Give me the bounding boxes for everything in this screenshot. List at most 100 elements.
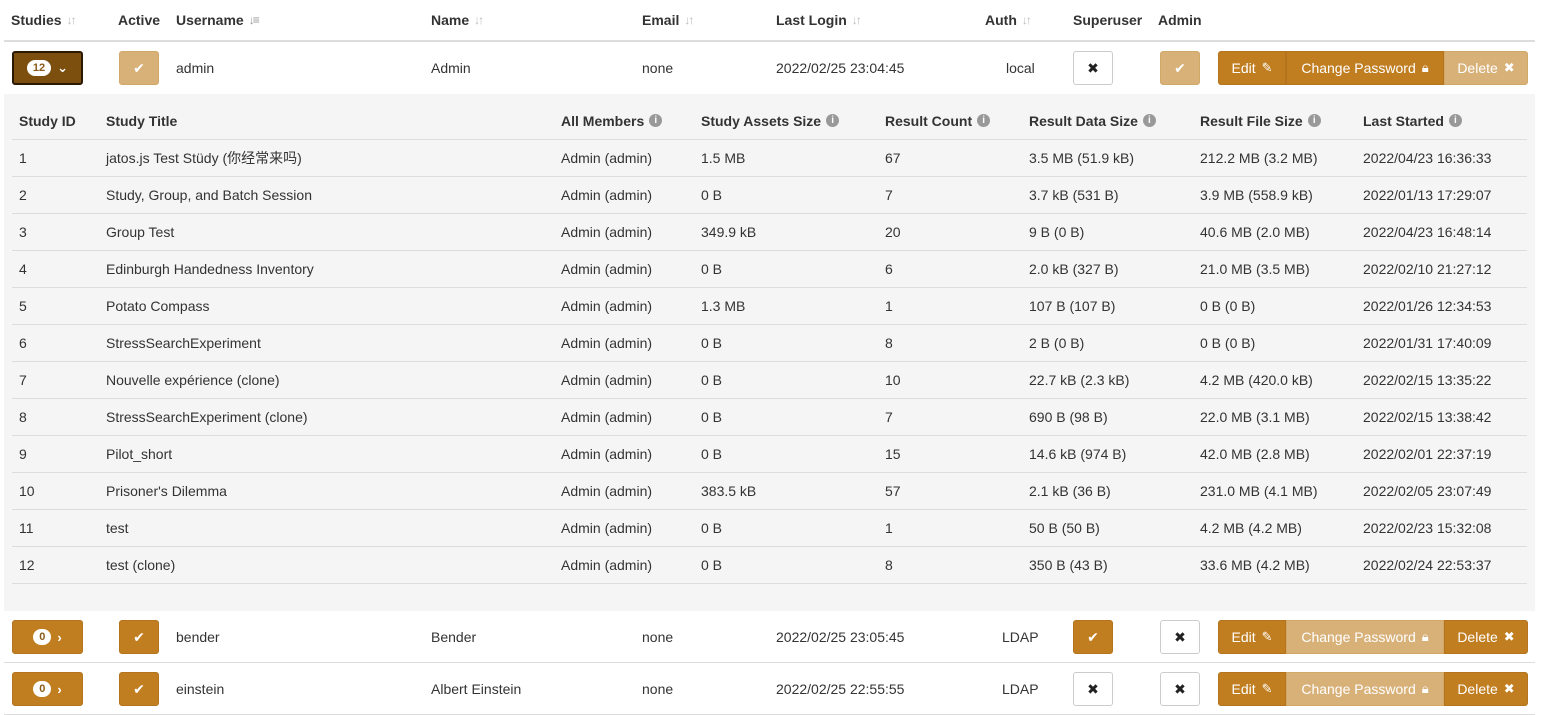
studies-count-badge: 0	[33, 681, 52, 697]
sort-icon[interactable]: ↓↑	[852, 13, 862, 27]
check-icon: ✔	[133, 59, 145, 76]
check-icon: ✔	[133, 628, 145, 645]
delete-button[interactable]: Delete ✖	[1444, 672, 1528, 706]
header-auth[interactable]: Auth ↓↑	[985, 0, 1032, 40]
last-started-cell: 2022/01/26 12:34:53	[1363, 298, 1492, 314]
last-started-cell: 2022/02/15 13:38:42	[1363, 409, 1492, 425]
members-cell: Admin (admin)	[561, 150, 653, 166]
studies-toggle-button[interactable]: 0 ›	[12, 620, 83, 654]
edit-icon: ✎	[1261, 629, 1273, 644]
edit-button[interactable]: Edit ✎	[1218, 672, 1286, 706]
info-icon[interactable]: i	[1448, 114, 1462, 127]
change-password-button[interactable]: Change Password 🔒︎	[1286, 620, 1444, 654]
sort-icon[interactable]: ↓↑	[684, 13, 694, 27]
study-row: 7 Nouvelle expérience (clone) Admin (admin…	[12, 362, 1527, 399]
studies-toggle-button[interactable]: 12 ⌄	[12, 51, 83, 85]
lock-icon: 🔒︎	[1421, 629, 1429, 644]
info-icon[interactable]: i	[977, 114, 991, 127]
last-started-cell: 2022/02/01 22:37:19	[1363, 446, 1492, 462]
result-file-size-cell: 42.0 MB (2.8 MB)	[1200, 446, 1310, 462]
assets-size-cell: 0 B	[701, 446, 723, 462]
active-toggle[interactable]: ✔	[119, 672, 159, 706]
delete-button[interactable]: Delete ✖	[1444, 51, 1528, 85]
username-cell: admin	[176, 60, 215, 76]
study-id-cell: 4	[19, 261, 27, 277]
header-last-login[interactable]: Last Login ↓↑	[776, 0, 862, 40]
active-toggle[interactable]: ✔	[119, 51, 159, 85]
sort-asc-icon[interactable]: ↓≡	[249, 13, 260, 27]
check-icon: ✔	[1174, 59, 1186, 76]
study-row: 10 Prisoner's Dilemma Admin (admin) 383.5 k…	[12, 473, 1527, 510]
email-cell: none	[642, 628, 674, 645]
admin-toggle[interactable]: ✖	[1160, 620, 1200, 654]
members-cell: Admin (admin)	[561, 446, 653, 462]
info-icon[interactable]: i	[649, 114, 663, 127]
header-email[interactable]: Email ↓↑	[642, 0, 694, 40]
study-title-cell: Pilot_short	[106, 446, 173, 462]
assets-size-cell: 0 B	[701, 520, 723, 536]
header-name[interactable]: Name ↓↑	[431, 0, 484, 40]
last-started-cell: 2022/02/10 21:27:12	[1363, 261, 1492, 277]
result-data-size-cell: 9 B (0 B)	[1029, 224, 1085, 240]
edit-button[interactable]: Edit ✎	[1218, 51, 1286, 85]
admin-toggle[interactable]: ✖	[1160, 672, 1200, 706]
result-file-size-cell: 21.0 MB (3.5 MB)	[1200, 261, 1310, 277]
study-id-cell: 6	[19, 335, 27, 351]
assets-size-cell: 349.9 kB	[701, 224, 757, 240]
sort-icon[interactable]: ↓↑	[67, 13, 77, 27]
last-started-cell: 2022/01/13 17:29:07	[1363, 187, 1492, 203]
studies-table-header: Study ID Study Title All Members i Study …	[12, 102, 1527, 140]
superuser-toggle[interactable]: ✔	[1073, 620, 1113, 654]
result-data-size-cell: 107 B (107 B)	[1029, 298, 1116, 314]
header-username[interactable]: Username ↓≡	[176, 0, 260, 40]
col-all-members: All Members i	[561, 102, 663, 139]
result-data-size-cell: 2 B (0 B)	[1029, 335, 1085, 351]
delete-button[interactable]: Delete ✖	[1444, 620, 1528, 654]
col-result-count: Result Count i	[885, 102, 991, 139]
info-icon[interactable]: i	[1307, 114, 1321, 127]
info-icon[interactable]: i	[826, 114, 840, 127]
study-row: 9 Pilot_short Admin (admin) 0 B 15 14.6 kB (9…	[12, 436, 1527, 473]
result-count-cell: 7	[885, 187, 893, 203]
result-file-size-cell: 0 B (0 B)	[1200, 298, 1256, 314]
name-cell: Bender	[431, 628, 477, 645]
last-started-cell: 2022/01/31 17:40:09	[1363, 335, 1492, 351]
studies-panel: Study ID Study Title All Members i Study …	[4, 94, 1535, 611]
members-cell: Admin (admin)	[561, 557, 653, 573]
sort-icon[interactable]: ↓↑	[474, 13, 484, 27]
result-data-size-cell: 22.7 kB (2.3 kB)	[1029, 372, 1130, 388]
study-row: 8 StressSearchExperiment (clone) Admin (ad…	[12, 399, 1527, 436]
col-last-started: Last Started i	[1363, 102, 1462, 139]
members-cell: Admin (admin)	[561, 483, 653, 499]
delete-icon: ✖	[1503, 629, 1515, 644]
result-count-cell: 8	[885, 335, 893, 351]
result-file-size-cell: 33.6 MB (4.2 MB)	[1200, 557, 1310, 573]
sort-icon[interactable]: ↓↑	[1022, 13, 1032, 27]
header-studies[interactable]: Studies ↓↑	[11, 0, 77, 40]
change-password-button[interactable]: Change Password 🔒︎	[1286, 672, 1444, 706]
lock-icon: 🔒︎	[1421, 60, 1429, 75]
result-count-cell: 8	[885, 557, 893, 573]
active-toggle[interactable]: ✔	[119, 620, 159, 654]
members-cell: Admin (admin)	[561, 224, 653, 240]
superuser-toggle[interactable]: ✖	[1073, 51, 1113, 85]
info-icon[interactable]: i	[1142, 114, 1156, 127]
lock-icon: 🔒︎	[1421, 681, 1429, 696]
user-row-admin: 12 ⌄ ✔ admin Admin none 2022/02/25 23:04…	[4, 42, 1535, 94]
study-id-cell: 8	[19, 409, 27, 425]
superuser-toggle[interactable]: ✖	[1073, 672, 1113, 706]
study-title-cell: Group Test	[106, 224, 175, 240]
change-password-button[interactable]: Change Password 🔒︎	[1286, 51, 1444, 85]
studies-table-body: 1 jatos.js Test Stüdy (你经常来吗) Admin (admin…	[12, 140, 1527, 584]
admin-toggle[interactable]: ✔	[1160, 51, 1200, 85]
studies-toggle-button[interactable]: 0 ›	[12, 672, 83, 706]
result-count-cell: 20	[885, 224, 901, 240]
edit-button[interactable]: Edit ✎	[1218, 620, 1286, 654]
last-started-cell: 2022/02/05 23:07:49	[1363, 483, 1492, 499]
check-icon: ✔	[133, 680, 145, 697]
study-id-cell: 9	[19, 446, 27, 462]
result-count-cell: 1	[885, 298, 893, 314]
assets-size-cell: 1.5 MB	[701, 150, 746, 166]
members-cell: Admin (admin)	[561, 372, 653, 388]
study-id-cell: 1	[19, 150, 27, 166]
